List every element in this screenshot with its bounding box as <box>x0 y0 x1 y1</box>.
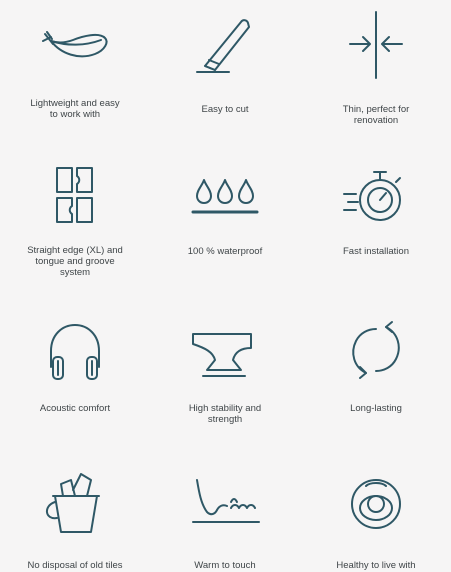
feature-label: Easy to cut <box>201 104 249 115</box>
bucket-icon <box>35 468 115 538</box>
tongue-and-groove-panels-icon <box>35 162 115 232</box>
warm-foot-icon <box>185 470 265 540</box>
feature-warm: Warm to touch <box>150 430 300 572</box>
feature-straight-edge: Straight edge (XL) and tongue and groove… <box>0 140 150 290</box>
feature-label: No disposal of old tiles <box>27 560 123 571</box>
feature-waterproof: 100 % waterproof <box>150 140 300 290</box>
water-drops-icon <box>185 168 265 238</box>
arrows-inward-icon <box>336 10 416 80</box>
stopwatch-icon <box>336 162 416 232</box>
feature-label: Thin, perfect for renovation <box>342 104 410 126</box>
feature-lightweight: Lightweight and easy to work with <box>0 0 150 140</box>
anvil-icon <box>185 320 265 390</box>
cutter-knife-icon <box>185 10 265 80</box>
feature-label: Straight edge (XL) and tongue and groove… <box>27 245 123 278</box>
pacifier-icon <box>336 468 416 538</box>
feature-label: Long-lasting <box>350 403 402 414</box>
feature-thin: Thin, perfect for renovation <box>301 0 451 140</box>
feature-label: Acoustic comfort <box>39 403 111 414</box>
feature-label: High stability and strength <box>188 403 262 425</box>
feature-healthy: Healthy to live with <box>301 430 451 572</box>
feature-fast-installation: Fast installation <box>301 140 451 290</box>
feature-label: Fast installation <box>342 246 409 257</box>
circular-arrows-icon <box>336 315 416 385</box>
feather-icon <box>35 8 115 78</box>
feature-grid: Lightweight and easy to work with Easy t… <box>0 0 451 572</box>
feature-label: Warm to touch <box>194 560 256 571</box>
feature-label: 100 % waterproof <box>187 246 263 257</box>
feature-easy-cut: Easy to cut <box>150 0 300 140</box>
feature-label: Lightweight and easy to work with <box>30 98 120 120</box>
feature-no-disposal: No disposal of old tiles <box>0 430 150 572</box>
feature-long-lasting: Long-lasting <box>301 290 451 430</box>
feature-stability: High stability and strength <box>150 290 300 430</box>
feature-acoustic: Acoustic comfort <box>0 290 150 430</box>
headphones-icon <box>35 315 115 385</box>
feature-label: Healthy to live with <box>336 560 416 571</box>
